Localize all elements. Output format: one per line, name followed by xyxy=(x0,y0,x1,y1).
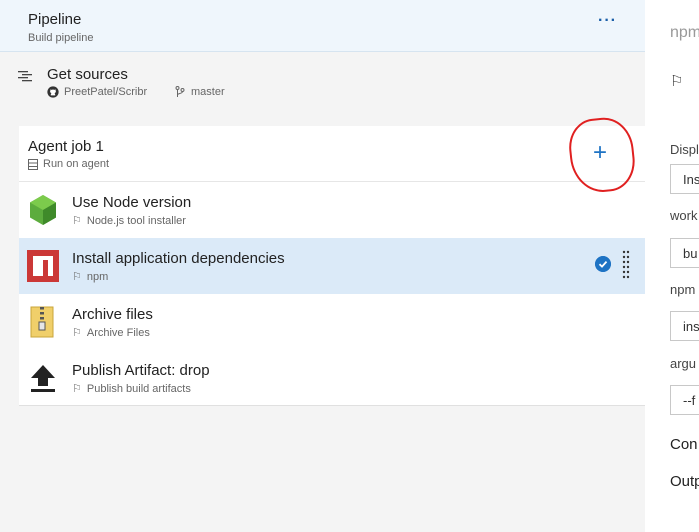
pipeline-subtitle: Build pipeline xyxy=(28,32,94,44)
task-type: npm xyxy=(86,270,109,283)
archive-icon xyxy=(30,306,54,338)
nodejs-icon xyxy=(30,195,56,225)
flag-icon[interactable]: ⚐ xyxy=(670,72,683,90)
output-variables-section[interactable]: Outp xyxy=(670,473,699,490)
task-subtitle: ⚐ Archive Files xyxy=(72,326,150,340)
checkmark-icon xyxy=(595,256,611,272)
task-subtitle: ⚐ Node.js tool installer xyxy=(72,214,186,228)
pipeline-header[interactable]: Pipeline Build pipeline ··· xyxy=(0,0,645,52)
branch-info: master xyxy=(175,86,225,98)
task-details-panel: npm ⚐ Displ Ins work bu npm ins argu --f… xyxy=(645,0,699,532)
display-name-input[interactable]: Ins xyxy=(670,164,699,194)
arguments-label: argu xyxy=(670,356,697,371)
upload-arrow-icon xyxy=(31,365,55,392)
control-options-section[interactable]: Con xyxy=(670,436,698,453)
task-name: Use Node version xyxy=(72,194,192,211)
github-icon xyxy=(47,86,59,98)
display-name-label: Displ xyxy=(670,142,699,157)
task-type: Node.js tool installer xyxy=(86,214,186,227)
drag-handle-icon[interactable] xyxy=(622,250,630,282)
flag-icon: ⚐ xyxy=(72,215,82,227)
npm-command-label: npm xyxy=(670,282,696,297)
flag-icon: ⚐ xyxy=(72,327,82,339)
pipeline-title: Pipeline xyxy=(28,11,82,28)
get-sources-item[interactable]: Get sources PreetPatel/Scribr master xyxy=(0,53,645,105)
agent-job-subtitle-text: Run on agent xyxy=(43,158,110,170)
repo-info: PreetPatel/Scribr xyxy=(47,86,147,98)
more-options-icon[interactable]: ··· xyxy=(598,12,617,30)
task-type: Archive Files xyxy=(86,326,150,339)
working-folder-input[interactable]: bu xyxy=(670,238,699,268)
branch-name: master xyxy=(191,86,225,98)
task-type: Publish build artifacts xyxy=(86,382,191,395)
agent-job-header[interactable]: Agent job 1 Run on agent + xyxy=(19,114,645,196)
task-name: Publish Artifact: drop xyxy=(72,362,210,379)
agent-job-subtitle: Run on agent xyxy=(28,158,109,170)
flag-icon: ⚐ xyxy=(72,271,82,283)
pipeline-editor: Pipeline Build pipeline ··· Get sources … xyxy=(0,0,645,532)
arguments-input[interactable]: --f xyxy=(670,385,699,415)
working-folder-label: work xyxy=(670,208,698,223)
task-archive-files[interactable]: Archive files ⚐ Archive Files xyxy=(19,294,645,350)
get-sources-label: Get sources xyxy=(47,66,128,83)
task-use-node-version[interactable]: Use Node version ⚐ Node.js tool installe… xyxy=(19,182,645,238)
flag-icon: ⚐ xyxy=(72,383,82,395)
server-icon xyxy=(28,158,38,170)
task-install-dependencies[interactable]: Install application dependencies ⚐ npm xyxy=(19,238,645,294)
branch-icon xyxy=(175,86,185,97)
task-subtitle: ⚐ npm xyxy=(72,270,109,284)
task-publish-artifact[interactable]: Publish Artifact: drop ⚐ Publish build a… xyxy=(19,350,645,406)
repo-name: PreetPatel/Scribr xyxy=(64,86,148,98)
task-subtitle: ⚐ Publish build artifacts xyxy=(72,382,191,396)
agent-job-title: Agent job 1 xyxy=(28,138,104,155)
npm-command-select[interactable]: ins xyxy=(670,311,699,341)
task-details-heading: npm xyxy=(670,24,699,41)
npm-icon xyxy=(27,250,59,282)
task-name: Install application dependencies xyxy=(72,250,285,267)
agent-job-panel: Agent job 1 Run on agent + Use Node vers… xyxy=(19,114,645,406)
task-name: Archive files xyxy=(72,306,153,323)
list-icon xyxy=(18,71,32,82)
